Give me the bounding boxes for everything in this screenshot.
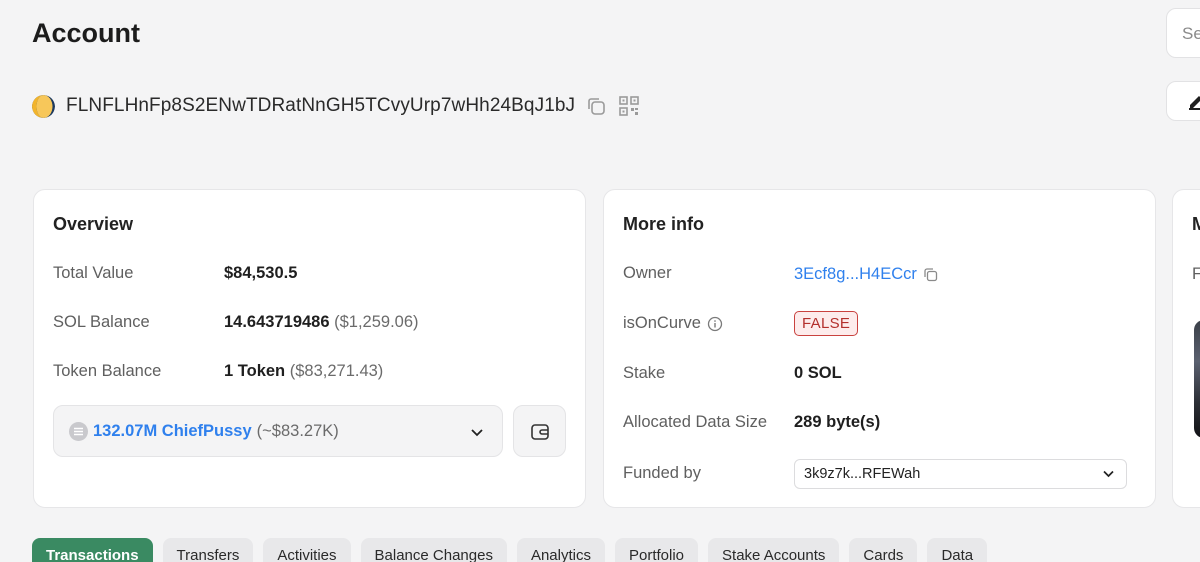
- sol-balance: 14.643719486 ($1,259.06): [224, 313, 419, 332]
- edit-icon: [1189, 96, 1200, 110]
- edit-button[interactable]: [1166, 81, 1200, 121]
- token-icon: [69, 421, 88, 441]
- info-icon[interactable]: [707, 316, 723, 332]
- right-card-partial: M F: [1172, 189, 1200, 508]
- wallet-button[interactable]: [513, 405, 566, 457]
- owner-label-text: Owner: [623, 264, 672, 282]
- token-balance-amount: 1 Token: [224, 362, 286, 380]
- total-value-amount: $84,530.5: [224, 264, 298, 282]
- data-size-value: 289 byte(s): [794, 413, 881, 431]
- tab-balance-changes[interactable]: Balance Changes: [360, 538, 507, 562]
- copy-icon[interactable]: [586, 96, 606, 116]
- data-size-label-text: Allocated Data Size: [623, 413, 767, 431]
- account-avatar-icon: [32, 94, 55, 118]
- tab-cards[interactable]: Cards: [849, 538, 918, 562]
- more-info-title: More info: [623, 214, 704, 234]
- token-balance-label: Token Balance: [53, 362, 162, 380]
- funded-by-value: 3k9z7k...RFEWah: [804, 466, 921, 482]
- sol-balance-amount: 14.643719486: [224, 313, 330, 331]
- owner-link[interactable]: 3Ecf8g...H4ECcr: [794, 265, 938, 284]
- token-select-usd: (~$83.27K): [256, 421, 339, 440]
- chevron-down-icon: [1102, 467, 1115, 484]
- token-balance-usd: ($83,271.43): [289, 362, 384, 380]
- chevron-down-icon: [470, 425, 484, 444]
- total-value: $84,530.5: [224, 264, 297, 283]
- right-card-subtitle: F: [1192, 265, 1200, 284]
- funded-by-label: Funded by: [623, 464, 701, 483]
- is-on-curve-label-text: isOnCurve: [623, 314, 701, 332]
- stake-label-text: Stake: [623, 364, 666, 382]
- tab-stake-accounts[interactable]: Stake Accounts: [708, 538, 840, 562]
- data-size-label: Allocated Data Size: [623, 413, 767, 432]
- tab-portfolio[interactable]: Portfolio: [614, 538, 699, 562]
- search-input[interactable]: Se: [1166, 8, 1200, 58]
- account-tabs: Transactions Transfers Activities Balanc…: [32, 538, 988, 562]
- right-card-title: M: [1192, 214, 1200, 235]
- qr-code-icon[interactable]: [618, 95, 640, 117]
- tab-transfers[interactable]: Transfers: [162, 538, 254, 562]
- owner-address[interactable]: 3Ecf8g...H4ECcr: [794, 265, 917, 284]
- token-select-name[interactable]: 132.07M ChiefPussy: [93, 422, 252, 441]
- copy-icon[interactable]: [923, 267, 938, 282]
- token-balance: 1 Token ($83,271.43): [224, 362, 383, 381]
- wallet-icon: [531, 424, 549, 440]
- right-card-image: [1194, 320, 1200, 438]
- tab-activities[interactable]: Activities: [263, 538, 351, 562]
- overview-card: Overview Total Value $84,530.5 SOL Balan…: [33, 189, 586, 508]
- stake-value: 0 SOL: [794, 364, 842, 382]
- account-address: FLNFLHnFp8S2ENwTDRatNnGH5TCvyUrp7wHh24Bq…: [66, 95, 576, 116]
- sol-balance-usd: ($1,259.06): [334, 313, 419, 331]
- total-value-label: Total Value: [53, 264, 134, 282]
- tab-data[interactable]: Data: [927, 538, 988, 562]
- account-address-row: FLNFLHnFp8S2ENwTDRatNnGH5TCvyUrp7wHh24Bq…: [32, 92, 640, 120]
- tab-transactions[interactable]: Transactions: [32, 538, 153, 562]
- more-info-card: More info Owner 3Ecf8g...H4ECcr isOnCurv…: [603, 189, 1156, 508]
- is-on-curve-badge: FALSE: [794, 311, 859, 336]
- stake-label: Stake: [623, 364, 665, 383]
- funded-by-select[interactable]: 3k9z7k...RFEWah: [794, 459, 1127, 489]
- overview-title: Overview: [53, 214, 134, 234]
- sol-balance-label: SOL Balance: [53, 313, 150, 331]
- is-on-curve-label: isOnCurve: [623, 314, 723, 333]
- page-title: Account: [32, 18, 140, 48]
- tab-analytics[interactable]: Analytics: [516, 538, 605, 562]
- funded-by-label-text: Funded by: [623, 464, 701, 482]
- token-select-dropdown[interactable]: 132.07M ChiefPussy (~$83.27K): [53, 405, 503, 457]
- owner-label: Owner: [623, 264, 672, 283]
